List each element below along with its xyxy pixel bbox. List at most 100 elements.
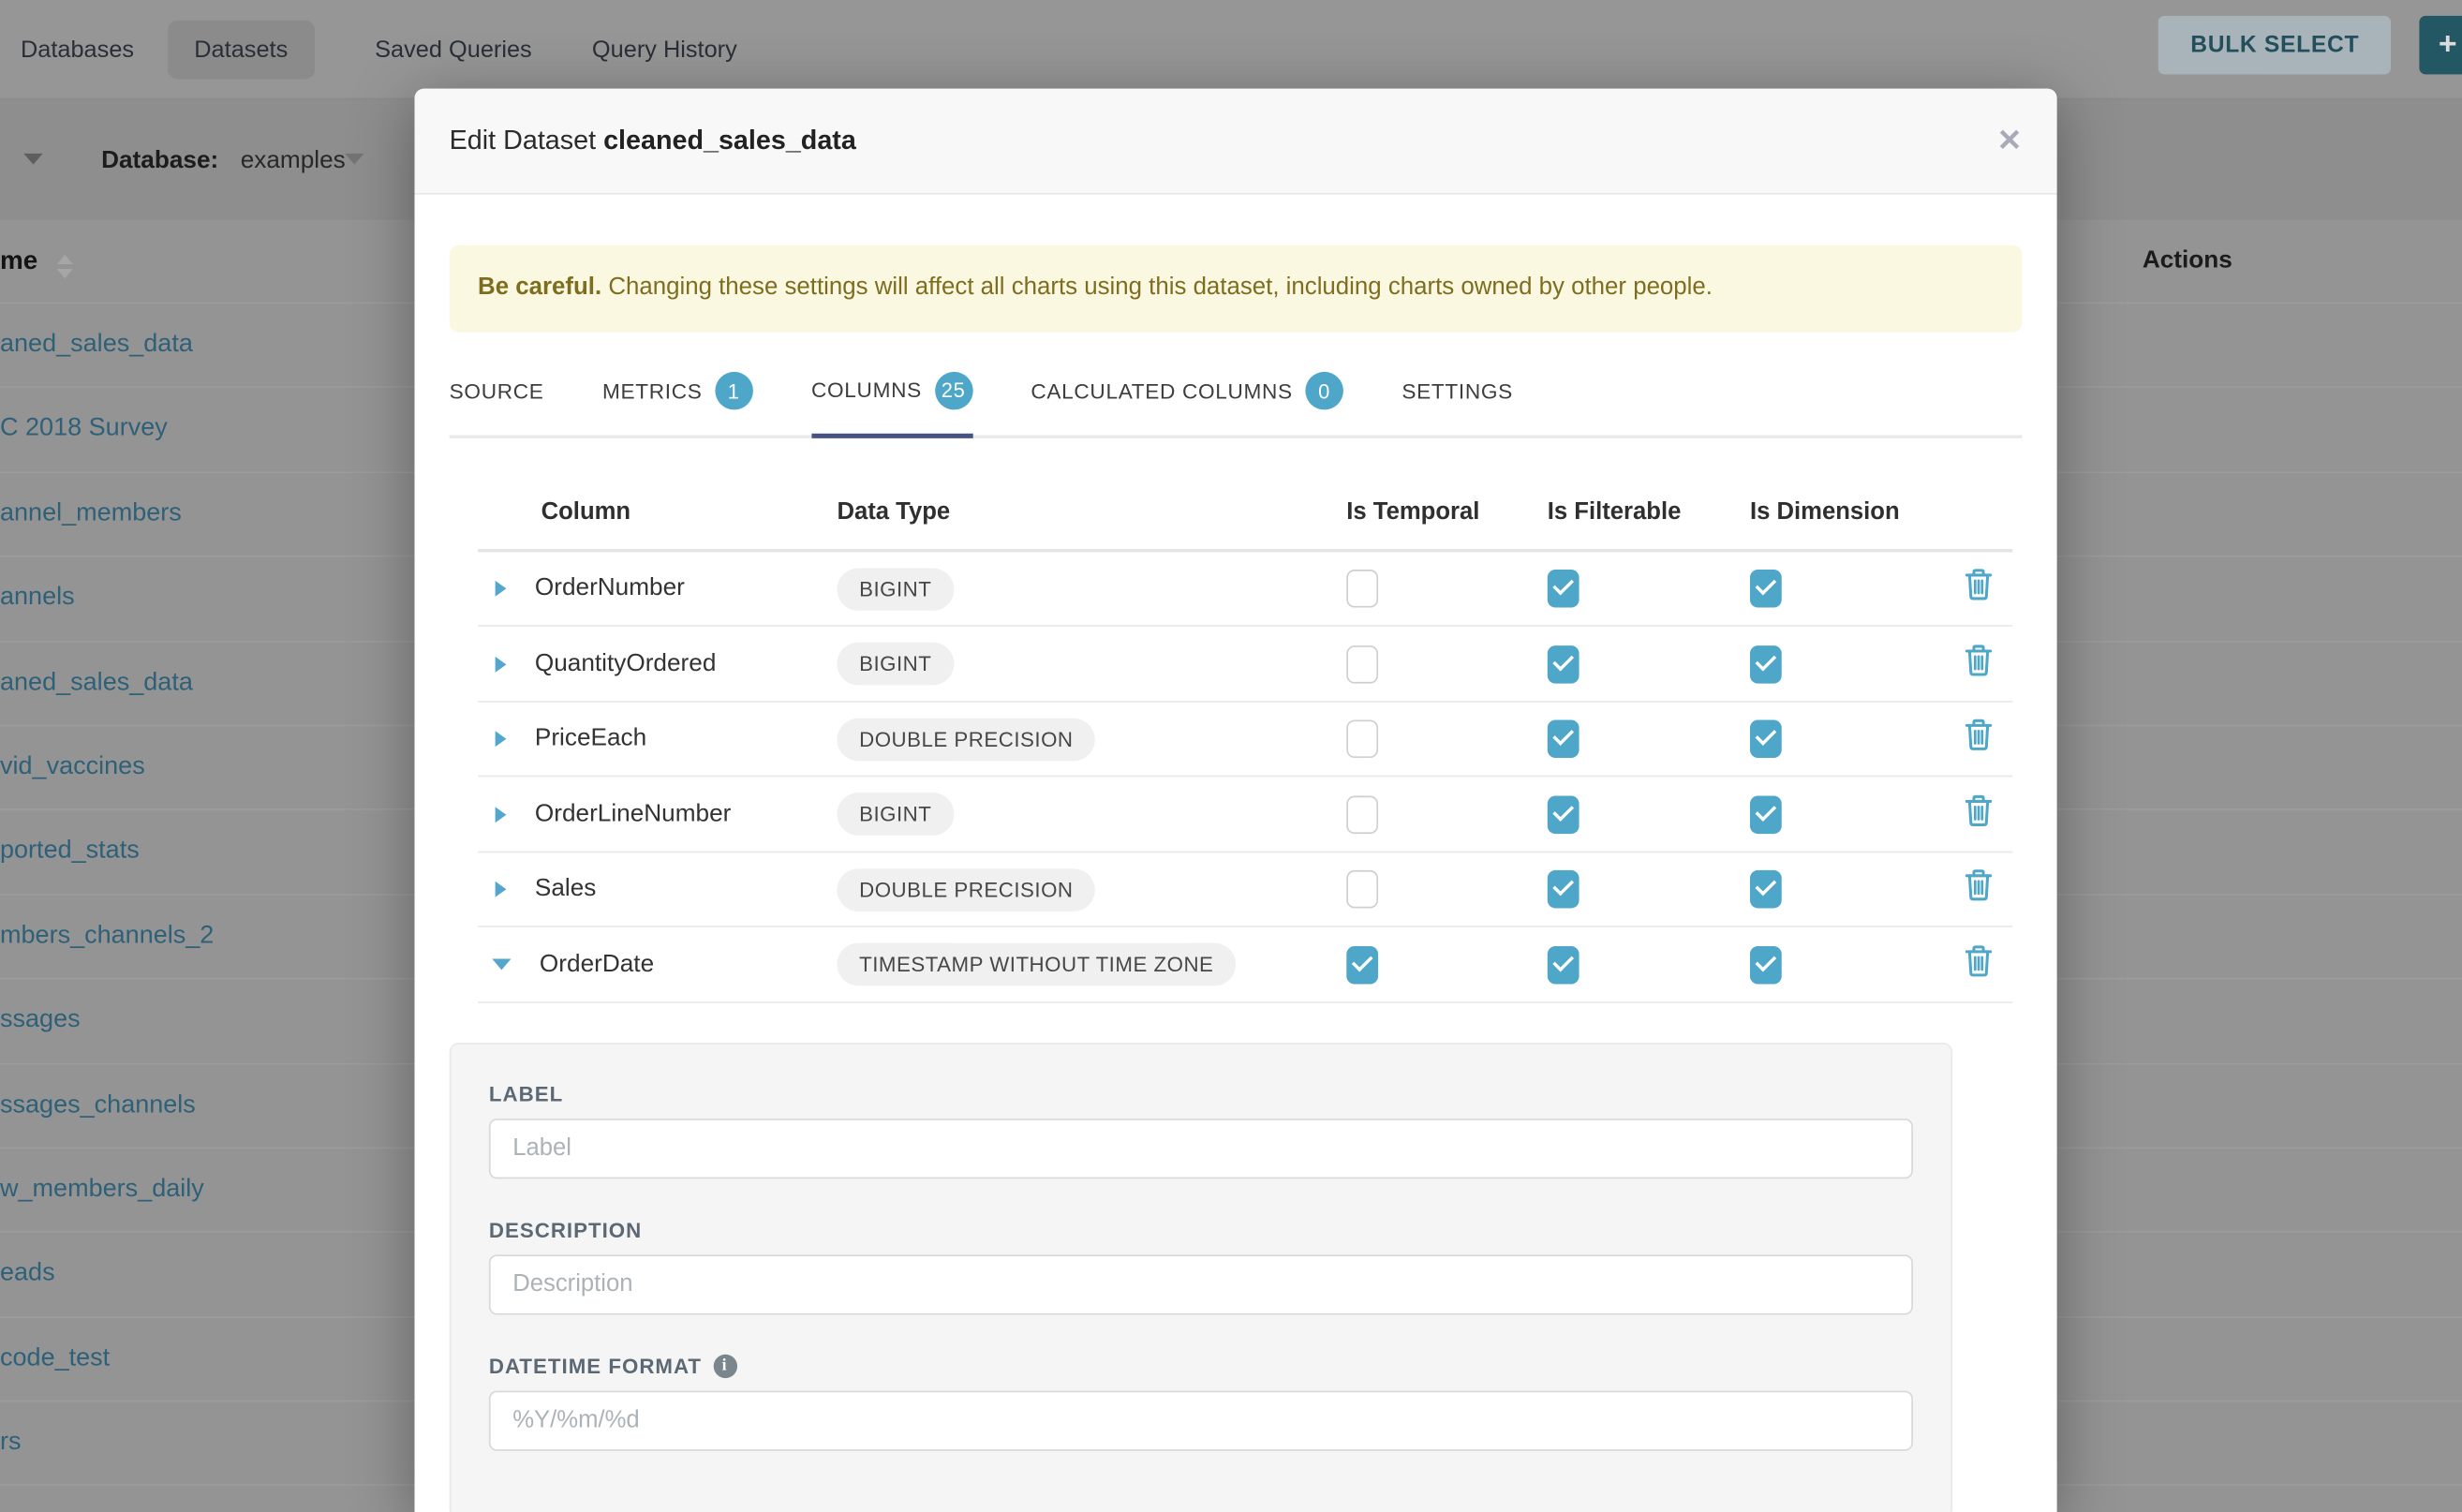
column-row-Sales: Sales DOUBLE PRECISION — [478, 852, 2012, 927]
modal-tabs: SOURCE METRICS 1 COLUMNS 25 CALCULATED COLUMN… — [450, 372, 2023, 438]
tab-count-badge: 0 — [1305, 373, 1343, 411]
columns-table-header: Column Data Type Is Temporal Is Filterab… — [478, 476, 2012, 552]
datetime-format-input[interactable] — [489, 1390, 1913, 1450]
is-dimension-checkbox-checked[interactable] — [1750, 945, 1782, 984]
name-column-header[interactable]: me — [0, 246, 37, 276]
column-header-is-filterable: Is Filterable — [1548, 499, 1750, 526]
tab-label: METRICS — [602, 379, 703, 403]
tab-count-badge: 25 — [934, 372, 972, 410]
is-filterable-checkbox-checked[interactable] — [1548, 720, 1580, 759]
info-icon[interactable]: i — [713, 1355, 736, 1378]
tab-label: SOURCE — [450, 379, 544, 403]
tab-metrics[interactable]: METRICS 1 — [602, 372, 753, 436]
tab-label: COLUMNS — [811, 378, 922, 402]
columns-table: Column Data Type Is Temporal Is Filterab… — [478, 476, 2012, 1002]
column-header-column: Column — [478, 499, 837, 526]
data-type-pill: DOUBLE PRECISION — [837, 868, 1095, 912]
nav-item-query-history[interactable]: Query History — [592, 36, 737, 63]
data-type-pill: BIGINT — [837, 643, 954, 686]
tab-label: CALCULATED COLUMNS — [1031, 379, 1292, 403]
tab-calculated-columns[interactable]: CALCULATED COLUMNS 0 — [1031, 372, 1342, 436]
data-type-pill: BIGINT — [837, 793, 954, 836]
is-filterable-checkbox-checked[interactable] — [1548, 945, 1580, 984]
bulk-select-button[interactable]: BULK SELECT — [2158, 16, 2391, 74]
is-filterable-checkbox-checked[interactable] — [1548, 795, 1580, 834]
tab-source[interactable]: SOURCE — [450, 372, 544, 436]
modal-title-dataset-name: cleaned_sales_data — [603, 125, 856, 155]
label-input[interactable] — [489, 1119, 1913, 1178]
column-row-OrderLineNumber: OrderLineNumber BIGINT — [478, 778, 2012, 852]
warning-banner: Be careful. Changing these settings will… — [450, 245, 2023, 333]
delete-column-trash-icon[interactable] — [1965, 569, 1993, 610]
data-type-pill: DOUBLE PRECISION — [837, 718, 1095, 761]
filter-chevron-down-icon[interactable] — [23, 154, 42, 165]
tab-columns[interactable]: COLUMNS 25 — [811, 372, 972, 438]
column-row-OrderDate: OrderDate TIMESTAMP WITHOUT TIME ZONE — [478, 927, 2012, 1002]
modal-body: Be careful. Changing these settings will… — [415, 195, 2057, 1512]
database-filter-value[interactable]: examples — [241, 147, 346, 175]
expand-caret-icon[interactable] — [496, 882, 507, 897]
field-datetime-format: DATETIME FORMAT i — [489, 1355, 1913, 1451]
column-name: OrderLineNumber — [535, 800, 732, 828]
field-description: DESCRIPTION — [489, 1218, 1913, 1314]
nav-item-saved-queries[interactable]: Saved Queries — [375, 36, 532, 63]
sort-icon[interactable] — [57, 255, 73, 278]
modal-header: Edit Dataset cleaned_sales_data ✕ — [415, 89, 2057, 195]
delete-column-trash-icon[interactable] — [1965, 944, 1993, 986]
description-input[interactable] — [489, 1254, 1913, 1314]
delete-column-trash-icon[interactable] — [1965, 869, 1993, 911]
field-label: LABEL — [489, 1082, 1913, 1178]
column-name: PriceEach — [535, 725, 646, 753]
modal-title-prefix: Edit Dataset — [450, 125, 596, 155]
tab-label: SETTINGS — [1402, 379, 1513, 403]
is-dimension-checkbox-checked[interactable] — [1750, 720, 1782, 759]
is-filterable-checkbox-checked[interactable] — [1548, 870, 1580, 909]
data-type-pill: BIGINT — [837, 568, 954, 611]
column-name: QuantityOrdered — [535, 650, 717, 678]
column-header-is-temporal: Is Temporal — [1346, 499, 1547, 526]
field-label: DESCRIPTION — [489, 1218, 642, 1241]
is-temporal-checkbox-unchecked[interactable] — [1346, 870, 1378, 909]
expand-caret-icon[interactable] — [496, 656, 507, 672]
close-icon[interactable]: ✕ — [1997, 126, 2023, 156]
database-filter-chevron-down-icon[interactable] — [345, 154, 363, 165]
field-label: DATETIME FORMAT — [489, 1355, 702, 1378]
is-filterable-checkbox-checked[interactable] — [1548, 645, 1580, 684]
column-name: Sales — [535, 875, 596, 903]
is-dimension-checkbox-checked[interactable] — [1750, 870, 1782, 909]
delete-column-trash-icon[interactable] — [1965, 719, 1993, 760]
top-navbar: Databases Datasets Saved Queries Query H… — [0, 0, 2462, 99]
column-header-data-type: Data Type — [837, 499, 1346, 526]
is-temporal-checkbox-unchecked[interactable] — [1346, 645, 1378, 684]
warning-banner-bold: Be careful. — [478, 274, 601, 301]
database-filter-label: Database: — [101, 147, 218, 175]
nav-item-datasets[interactable]: Datasets — [168, 20, 315, 78]
is-temporal-checkbox-unchecked[interactable] — [1346, 720, 1378, 759]
is-temporal-checkbox-checked[interactable] — [1346, 945, 1378, 984]
collapse-caret-icon[interactable] — [492, 959, 511, 971]
delete-column-trash-icon[interactable] — [1965, 644, 1993, 685]
is-dimension-checkbox-checked[interactable] — [1750, 570, 1782, 608]
data-type-pill: TIMESTAMP WITHOUT TIME ZONE — [837, 943, 1236, 986]
field-label: LABEL — [489, 1082, 563, 1105]
expand-caret-icon[interactable] — [496, 581, 507, 597]
actions-column-header: Actions — [2143, 246, 2232, 274]
warning-banner-text: Changing these settings will affect all … — [608, 274, 1713, 301]
expand-caret-icon[interactable] — [496, 732, 507, 748]
is-dimension-checkbox-checked[interactable] — [1750, 795, 1782, 834]
delete-column-trash-icon[interactable] — [1965, 793, 1993, 835]
column-row-PriceEach: PriceEach DOUBLE PRECISION — [478, 703, 2012, 778]
app-root: Databases Datasets Saved Queries Query H… — [0, 0, 2462, 1512]
expand-caret-icon[interactable] — [496, 807, 507, 823]
is-temporal-checkbox-unchecked[interactable] — [1346, 795, 1378, 834]
column-row-QuantityOrdered: QuantityOrdered BIGINT — [478, 628, 2012, 703]
is-filterable-checkbox-checked[interactable] — [1548, 570, 1580, 608]
modal-title: Edit Dataset cleaned_sales_data — [450, 125, 856, 156]
tab-settings[interactable]: SETTINGS — [1402, 372, 1513, 436]
is-temporal-checkbox-unchecked[interactable] — [1346, 570, 1378, 608]
add-dataset-button[interactable]: + — [2419, 16, 2462, 74]
column-name: OrderDate — [540, 951, 654, 979]
nav-item-databases[interactable]: Databases — [21, 36, 134, 63]
tab-count-badge: 1 — [715, 373, 753, 411]
is-dimension-checkbox-checked[interactable] — [1750, 645, 1782, 684]
